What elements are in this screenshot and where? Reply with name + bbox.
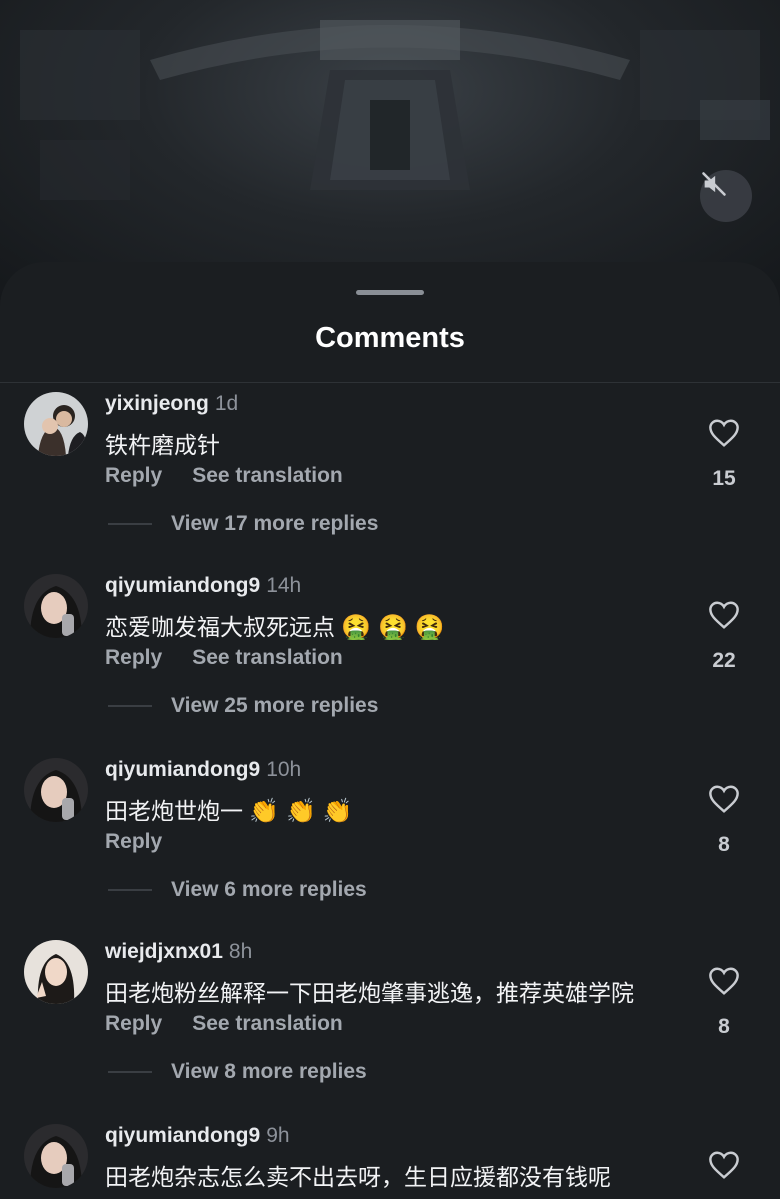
reply-button[interactable]: Reply [105,646,162,669]
comment-actions: Reply See translation [105,464,343,488]
divider [0,382,780,383]
comment-text-body: 田老炮世炮一 [105,798,243,824]
heart-outline-icon [709,967,739,995]
replies-line [108,1071,152,1074]
view-replies-button[interactable]: View 8 more replies [108,1060,367,1084]
comment-text: 田老炮世炮一 👏 👏 👏 [105,792,352,826]
reply-button[interactable]: Reply [105,464,162,487]
heart-outline-icon [709,419,739,447]
comment-meta: wiejdjxnx01 8h [105,940,252,964]
comment-text: 恋爱咖发福大叔死远点 🤮 🤮 🤮 [105,608,444,642]
video-background[interactable] [0,0,780,300]
comment-text-body: 恋爱咖发福大叔死远点 [105,614,335,640]
view-replies-label: View 25 more replies [171,694,379,717]
like-button[interactable]: 8 [704,966,744,1039]
like-count: 8 [718,833,730,856]
comment-actions: Reply See translation [105,1012,343,1036]
view-replies-label: View 17 more replies [171,512,379,535]
timestamp: 9h [266,1124,290,1147]
timestamp: 10h [266,758,302,781]
view-replies-button[interactable]: View 17 more replies [108,512,378,536]
timestamp: 8h [228,940,253,963]
heart-outline-icon [709,1151,739,1179]
comment-actions: Reply See translation [105,646,343,670]
comment-text: 田老炮杂志怎么卖不出去呀，生日应援都没有钱呢 [105,1164,611,1190]
replies-line [108,889,152,892]
replies-line [108,705,152,708]
reply-button[interactable]: Reply [105,830,162,853]
comment-text: 铁杵磨成针 [105,432,220,458]
avatar[interactable] [24,1124,88,1188]
username[interactable]: yixinjeong [105,392,209,415]
comment-actions: Reply [105,830,162,854]
speaker-muted-icon [702,172,726,196]
avatar[interactable] [24,758,88,822]
like-count: 22 [712,649,736,672]
username[interactable]: wiejdjxnx01 [105,940,223,963]
see-translation-button[interactable]: See translation [192,646,343,669]
avatar[interactable] [24,574,88,638]
heart-outline-icon [709,601,739,629]
username[interactable]: qiyumiandong9 [105,1124,260,1147]
view-replies-label: View 6 more replies [171,878,367,901]
username[interactable]: qiyumiandong9 [105,758,260,781]
view-replies-label: View 8 more replies [171,1060,367,1083]
comment-text: 田老炮粉丝解释一下田老炮肇事逃逸，推荐英雄学院 [105,980,634,1006]
reply-button[interactable]: Reply [105,1012,162,1035]
avatar[interactable] [24,392,88,456]
view-replies-button[interactable]: View 25 more replies [108,694,378,718]
heart-outline-icon [709,785,739,813]
username[interactable]: qiyumiandong9 [105,574,260,597]
sheet-title: Comments [315,322,465,354]
vomit-emoji: 🤮 🤮 🤮 [341,614,445,641]
comment-meta: qiyumiandong9 10h [105,758,301,782]
view-replies-button[interactable]: View 6 more replies [108,878,367,902]
comment-meta: qiyumiandong9 14h [105,574,301,598]
like-count: 8 [718,1015,730,1038]
like-button[interactable]: 8 [704,784,744,857]
city-aerial-image [20,20,770,200]
like-count: 15 [712,467,736,490]
replies-line [108,523,152,526]
drag-handle[interactable] [356,290,424,295]
timestamp: 1d [214,392,239,415]
like-button[interactable]: 22 [704,600,744,673]
comment-meta: yixinjeong 1d [105,392,238,416]
comment-meta: qiyumiandong9 9h [105,1124,290,1148]
comments-sheet: Comments yixinjeong 1d 铁杵磨成针 Reply See tra… [0,262,780,1199]
like-button[interactable] [704,1150,744,1185]
see-translation-button[interactable]: See translation [192,1012,343,1035]
avatar[interactable] [24,940,88,1004]
timestamp: 14h [266,574,302,597]
clapping-emoji: 👏 👏 👏 [249,798,353,825]
mute-button[interactable] [700,170,752,222]
like-button[interactable]: 15 [704,418,744,491]
see-translation-button[interactable]: See translation [192,464,343,487]
